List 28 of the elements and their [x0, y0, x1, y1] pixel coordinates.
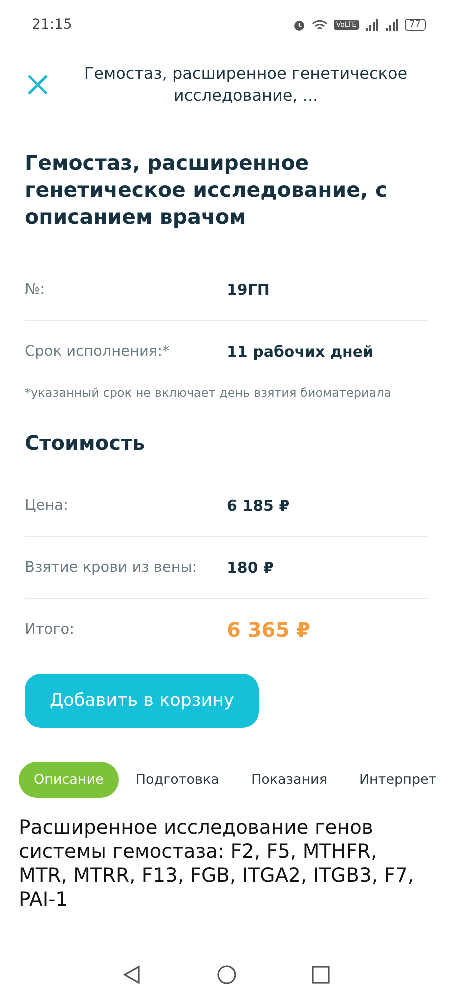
test-title: Гемостаз, расширенное генетическое исследование, с описанием врачом	[25, 150, 389, 231]
price-label: Взятие крови из вены:	[25, 560, 198, 576]
home-icon[interactable]	[217, 965, 237, 985]
price-label: Цена:	[25, 498, 70, 514]
tab[interactable]: Показания	[236, 762, 342, 798]
recents-icon[interactable]	[312, 966, 330, 984]
tab[interactable]: Интерпрет	[344, 762, 452, 798]
signal-icon	[364, 19, 379, 31]
battery-level: 77	[404, 19, 426, 31]
field-label: Срок исполнения:*	[25, 344, 171, 360]
signal-icon	[384, 19, 399, 31]
field-value: 19ГП	[227, 280, 270, 298]
price-value: 6 185 ₽	[227, 496, 290, 514]
field-value: 11 рабочих дней	[227, 342, 374, 360]
field-label: №:	[25, 282, 46, 298]
back-icon[interactable]	[122, 965, 142, 985]
price-label: Итого:	[25, 622, 76, 638]
wifi-icon	[312, 18, 328, 32]
close-icon	[27, 74, 49, 96]
alarm-icon	[293, 18, 306, 32]
total-price: 6 365 ₽	[227, 618, 311, 642]
footnote: *указанный срок не включает день взятия биоматериала	[25, 386, 393, 401]
tab[interactable]: Подготовка	[120, 762, 234, 798]
section-heading: Стоимость	[25, 431, 146, 455]
status-time: 21:15	[32, 17, 72, 33]
price-value: 180 ₽	[227, 558, 274, 576]
header-title: Гемостаз, расширенное генетическое исследование, ...	[83, 63, 409, 107]
description-text: Расширенное исследование генов системы гемостаза: F2, F5, MTHFR, MTR, MTRR, F13, FGB, ITGA2, ITGB3, F7, PAI-1	[19, 816, 416, 912]
